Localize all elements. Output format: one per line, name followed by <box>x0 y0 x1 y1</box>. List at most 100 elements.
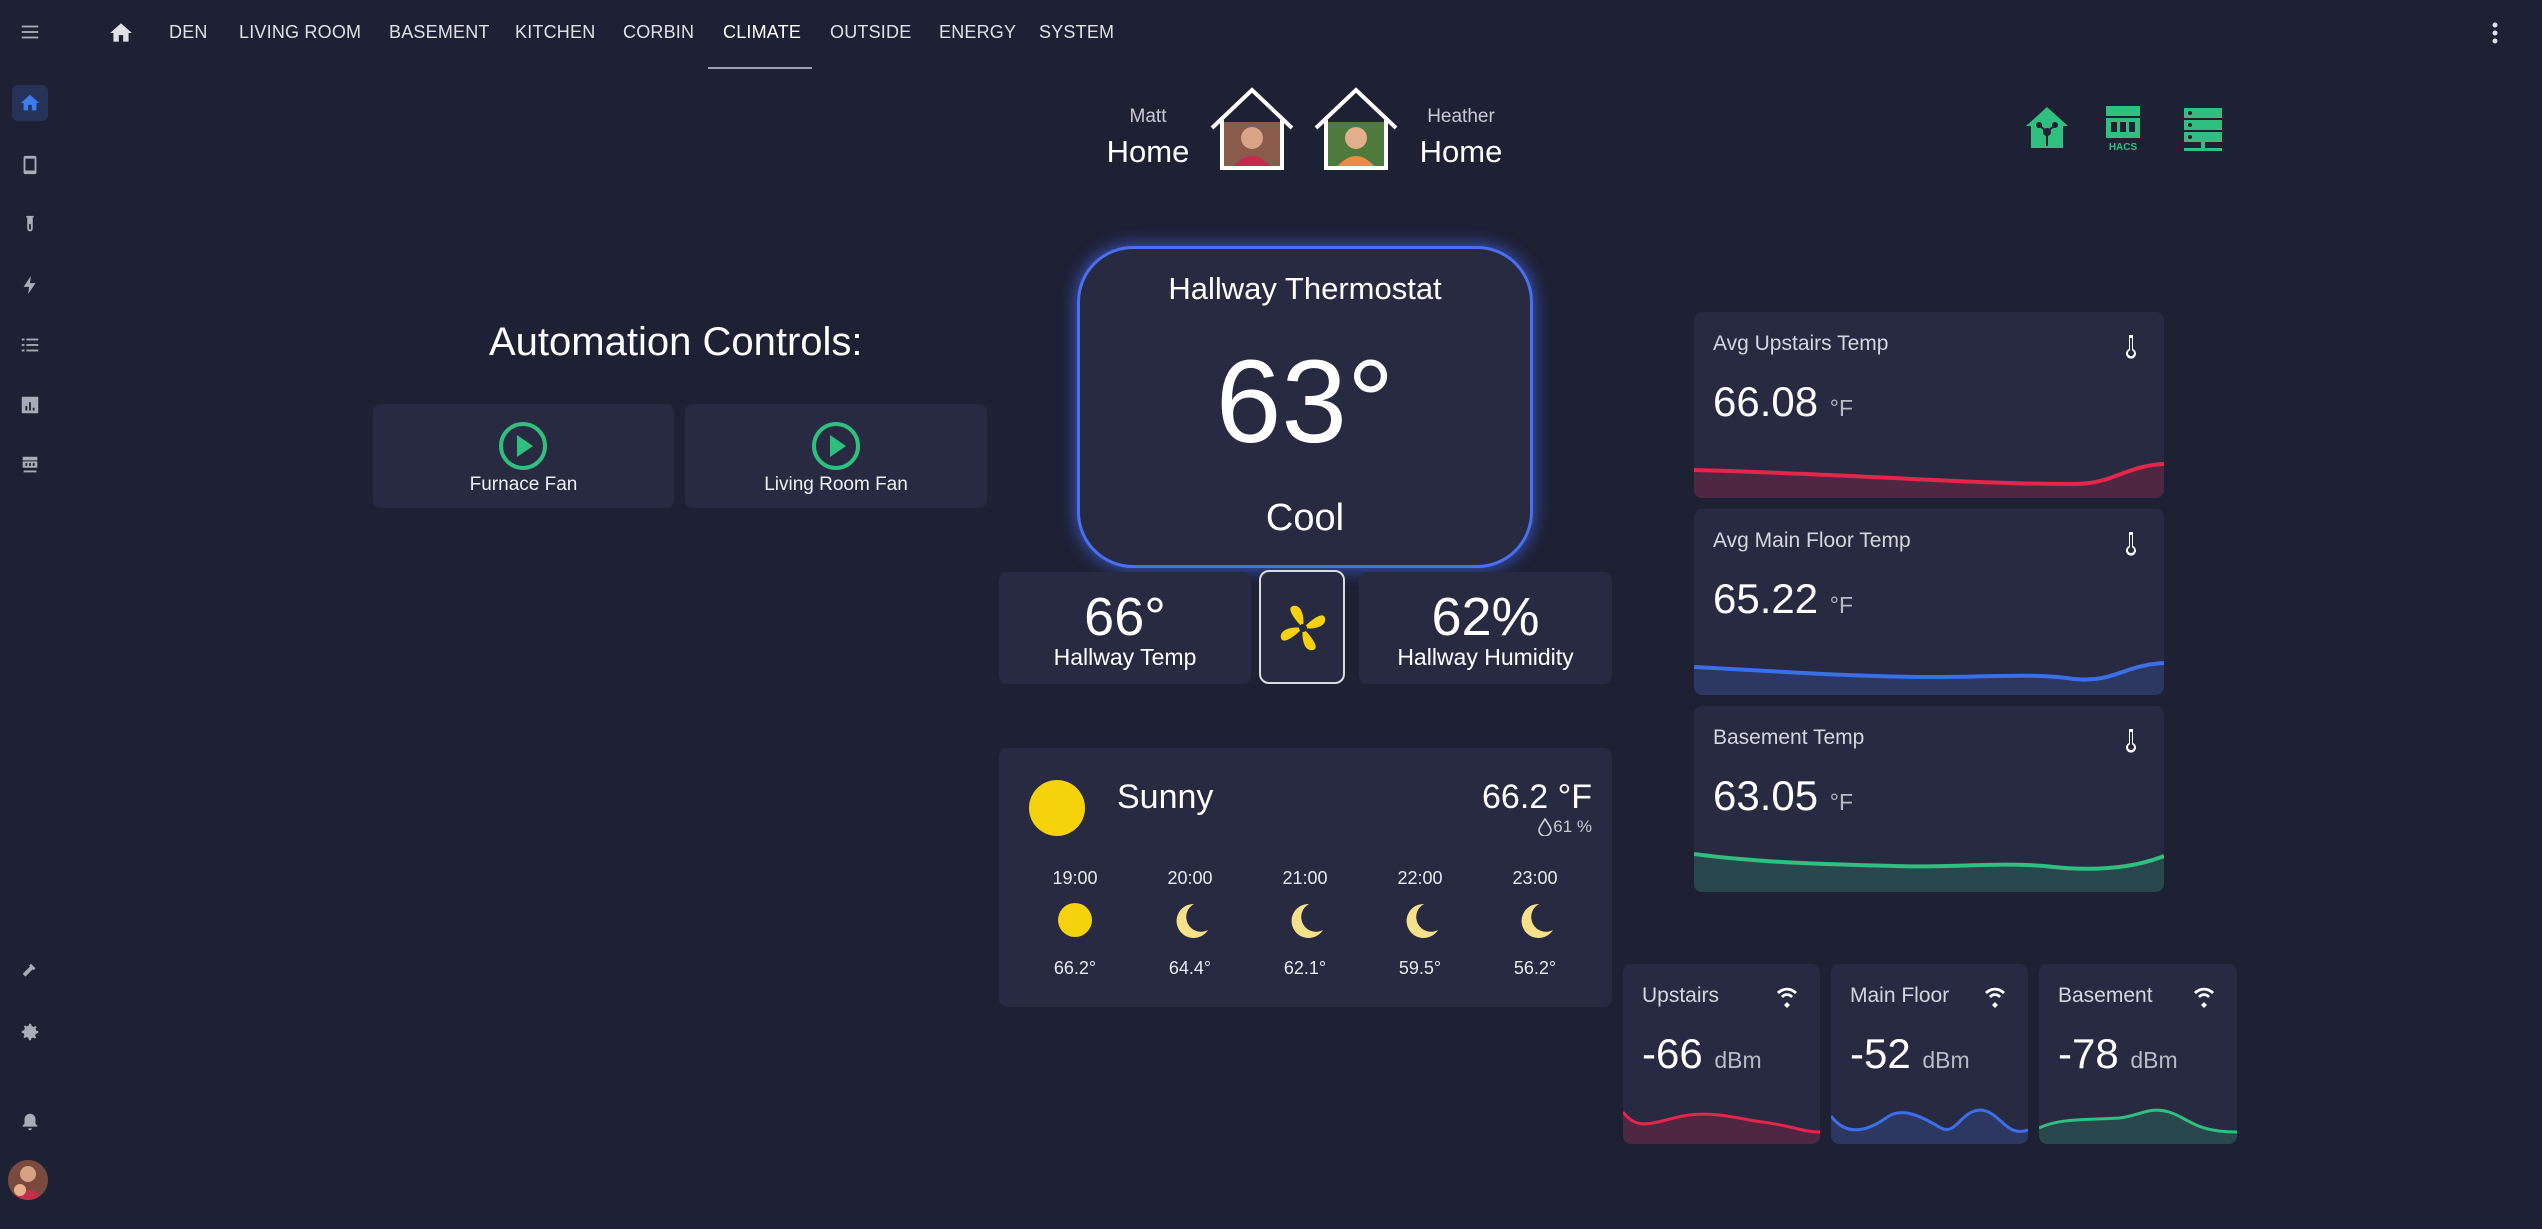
tab-corbin[interactable]: CORBIN <box>623 22 694 43</box>
moon-icon <box>1406 903 1438 938</box>
wifi-value: -78 dBm <box>2058 1030 2178 1078</box>
play-icon <box>812 422 860 470</box>
home-icon <box>20 94 40 111</box>
wifi-value-number: -52 <box>1850 1030 1911 1077</box>
hallway-humidity-value: 62% <box>1431 587 1540 647</box>
wifi-value-number: -66 <box>1642 1030 1703 1077</box>
menu-icon[interactable] <box>12 14 48 50</box>
fan-toggle-button[interactable] <box>1259 570 1345 684</box>
hacs-shortcut-label: HACS <box>2108 142 2138 153</box>
sensor-card-upstairs[interactable]: Avg Upstairs Temp 66.08 °F <box>1694 312 2164 498</box>
tab-basement[interactable]: BASEMENT <box>389 22 490 43</box>
sun-icon <box>1029 780 1085 836</box>
forecast-time: 20:00 <box>1167 868 1213 888</box>
thermostat-temperature: 63° <box>1215 336 1395 468</box>
wifi-unit: dBm <box>1714 1047 1762 1073</box>
hacs-shortcut-icon[interactable]: HACS <box>2100 104 2146 156</box>
sidebar-item-settings[interactable] <box>12 1014 48 1050</box>
wifi-icon <box>1777 987 1797 1008</box>
wifi-sparkline <box>2039 1108 2237 1144</box>
bell-icon <box>22 1113 38 1131</box>
sidebar-item-hacs[interactable] <box>12 447 48 483</box>
flask-icon <box>26 215 34 232</box>
wifi-icon <box>1985 987 2005 1008</box>
living-room-fan-button[interactable]: Living Room Fan <box>685 404 987 508</box>
sensor-sparkline <box>1694 661 2164 695</box>
forecast-time: 19:00 <box>1052 868 1098 888</box>
furnace-fan-button[interactable]: Furnace Fan <box>373 404 674 508</box>
wifi-card-main-floor[interactable]: Main Floor -52 dBm <box>1831 964 2028 1144</box>
sidebar-item-mobile[interactable] <box>12 147 48 183</box>
weather-temperature: 66.2 °F <box>1482 778 1592 816</box>
hallway-humidity-label: Hallway Humidity <box>1397 644 1574 670</box>
wifi-value: -66 dBm <box>1642 1030 1762 1078</box>
sidebar <box>0 0 60 1229</box>
hallway-temp-value: 66° <box>1084 587 1166 647</box>
overflow-menu-icon[interactable] <box>2482 18 2508 48</box>
person-state-heather: Home <box>1419 134 1503 169</box>
forecast-temp: 56.2° <box>1513 958 1557 978</box>
moon-icon <box>1176 903 1208 938</box>
tab-system[interactable]: SYSTEM <box>1039 22 1114 43</box>
fan-icon <box>1280 605 1326 651</box>
sidebar-item-history[interactable] <box>12 387 48 423</box>
avatar[interactable] <box>8 1160 48 1200</box>
flash-icon <box>23 275 36 295</box>
sensor-card-main-floor[interactable]: Avg Main Floor Temp 65.22 °F <box>1694 509 2164 695</box>
wifi-title: Main Floor <box>1850 984 1950 1007</box>
sensor-sparkline <box>1694 852 2164 892</box>
sidebar-item-flask[interactable] <box>12 207 48 243</box>
tab-outside[interactable]: OUTSIDE <box>830 22 911 43</box>
sidebar-item-home[interactable] <box>12 85 48 121</box>
sidebar-item-notifications[interactable] <box>12 1104 48 1140</box>
hallway-temp-card[interactable]: 66° Hallway Temp <box>999 572 1251 684</box>
mobile-icon <box>23 155 37 175</box>
tab-energy[interactable]: ENERGY <box>939 22 1016 43</box>
tab-living-room[interactable]: LIVING ROOM <box>239 22 361 43</box>
tab-climate[interactable]: CLIMATE <box>723 22 801 43</box>
hammer-icon <box>22 963 36 977</box>
home-tab-icon[interactable] <box>108 20 134 46</box>
sidebar-item-logbook[interactable] <box>12 327 48 363</box>
person-badge-matt[interactable] <box>1208 86 1296 172</box>
tab-kitchen[interactable]: KITCHEN <box>515 22 595 43</box>
hallway-humidity-card[interactable]: 62% Hallway Humidity <box>1359 572 1612 684</box>
person-badge-heather[interactable] <box>1312 86 1400 172</box>
wifi-unit: dBm <box>1922 1047 1970 1073</box>
weather-card[interactable]: Sunny 66.2 °F 61 % 19:00 66.2° 20:00 64.… <box>999 748 1612 1007</box>
forecast-temp: 62.1° <box>1283 958 1327 978</box>
wifi-title: Basement <box>2058 984 2153 1007</box>
sensor-card-basement[interactable]: Basement Temp 63.05 °F <box>1694 706 2164 892</box>
wifi-value: -52 dBm <box>1850 1030 1970 1078</box>
thermostat-mode: Cool <box>1265 497 1345 539</box>
home-assistant-icon[interactable] <box>2024 104 2070 152</box>
furnace-fan-label: Furnace Fan <box>469 474 578 495</box>
wifi-value-number: -78 <box>2058 1030 2119 1077</box>
sidebar-item-energy[interactable] <box>12 267 48 303</box>
moon-icon <box>1521 903 1553 938</box>
wifi-card-basement[interactable]: Basement -78 dBm <box>2039 964 2237 1144</box>
sensor-title: Avg Upstairs Temp <box>1713 332 1889 355</box>
wifi-card-upstairs[interactable]: Upstairs -66 dBm <box>1623 964 1820 1144</box>
sensor-value-number: 66.08 <box>1713 378 1819 425</box>
server-network-icon[interactable] <box>2180 106 2226 154</box>
sidebar-item-developer-tools[interactable] <box>12 954 48 990</box>
forecast-time: 21:00 <box>1282 868 1328 888</box>
sensor-value-number: 63.05 <box>1713 772 1819 819</box>
play-icon <box>499 422 547 470</box>
sensor-value: 66.08 °F <box>1713 378 1853 426</box>
sensor-unit: °F <box>1829 395 1854 421</box>
thermometer-icon <box>2124 333 2138 359</box>
list-icon <box>21 338 39 352</box>
wifi-unit: dBm <box>2130 1047 2178 1073</box>
tab-den[interactable]: DEN <box>169 22 208 43</box>
thermostat-card[interactable]: Hallway Thermostat 63° Cool <box>1077 246 1533 568</box>
sensor-value: 63.05 °F <box>1713 772 1853 820</box>
hacs-icon <box>22 456 38 473</box>
sensor-sparkline <box>1694 462 2164 498</box>
forecast-time: 23:00 <box>1512 868 1558 888</box>
wifi-icon <box>2194 987 2214 1008</box>
sensor-title: Avg Main Floor Temp <box>1713 529 1911 552</box>
forecast-temp: 59.5° <box>1398 958 1442 978</box>
wifi-title: Upstairs <box>1642 984 1720 1007</box>
